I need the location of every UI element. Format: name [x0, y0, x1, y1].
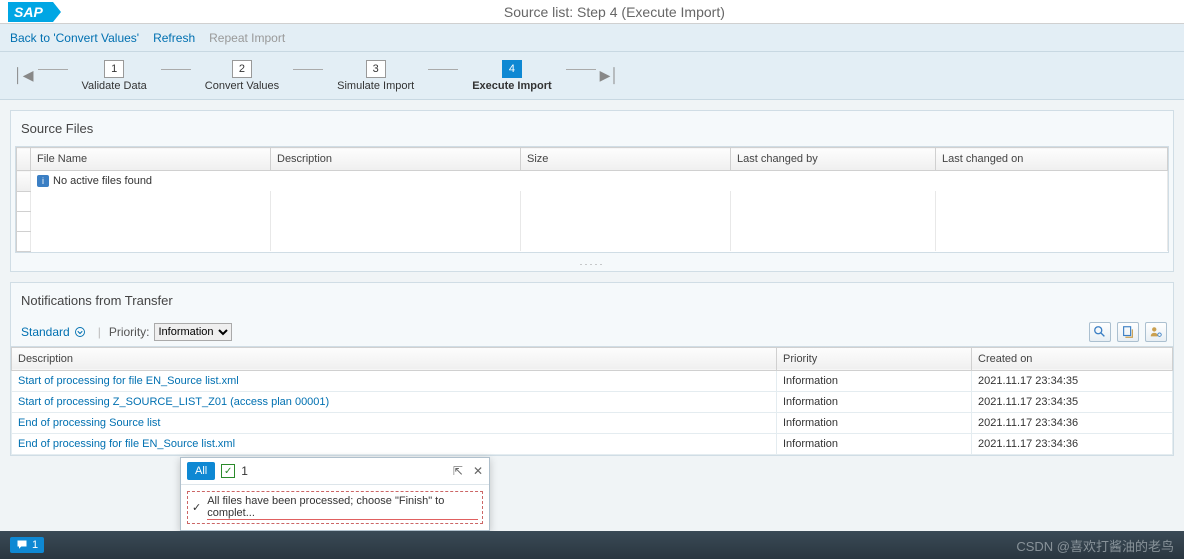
- wizard-step-label: Convert Values: [205, 80, 279, 92]
- popup-header: All ✓ 1 ⇱ ✕: [181, 458, 489, 485]
- sap-logo: SAP: [8, 2, 53, 22]
- priority-cell: Information: [777, 412, 972, 433]
- wizard-step-3[interactable]: 3 Simulate Import: [337, 60, 414, 92]
- standard-label: Standard: [21, 325, 70, 339]
- message-badge[interactable]: 1: [10, 537, 44, 553]
- back-link[interactable]: Back to 'Convert Values': [10, 31, 139, 45]
- export-icon: [1121, 325, 1135, 339]
- badge-count: 1: [32, 539, 38, 551]
- wizard-step-label: Execute Import: [472, 80, 551, 92]
- col-size[interactable]: Size: [521, 148, 731, 171]
- wizard-step-num: 2: [232, 60, 252, 78]
- wizard-step-num: 3: [366, 60, 386, 78]
- message-popup: All ✓ 1 ⇱ ✕ ✓ All files have been proces…: [180, 457, 490, 531]
- table-row: [17, 191, 1168, 211]
- popup-all-tab[interactable]: All: [187, 462, 215, 480]
- repeat-import-link: Repeat Import: [209, 31, 285, 45]
- success-check-icon: ✓: [192, 501, 201, 514]
- popup-detach-icon[interactable]: ⇱: [453, 464, 463, 478]
- priority-select[interactable]: Information: [154, 323, 232, 341]
- priority-cell: Information: [777, 433, 972, 454]
- table-row: [17, 231, 1168, 251]
- priority-cell: Information: [777, 370, 972, 391]
- popup-close-icon[interactable]: ✕: [473, 464, 483, 478]
- table-row[interactable]: Start of processing Z_SOURCE_LIST_Z01 (a…: [12, 391, 1173, 412]
- chevron-down-icon: [74, 326, 86, 338]
- wizard-next-icon[interactable]: ▶│: [596, 67, 624, 84]
- wizard-step-2[interactable]: 2 Convert Values: [205, 60, 279, 92]
- wizard-nav: │◀ 1 Validate Data 2 Convert Values 3 Si…: [0, 52, 1184, 100]
- col-priority[interactable]: Priority: [777, 347, 972, 370]
- notification-link[interactable]: End of processing Source list: [18, 417, 160, 429]
- wizard-step-num: 4: [502, 60, 522, 78]
- page-title: Source list: Step 4 (Execute Import): [53, 4, 1176, 20]
- app-header: SAP Source list: Step 4 (Execute Import): [0, 0, 1184, 24]
- link-toolbar: Back to 'Convert Values' Refresh Repeat …: [0, 24, 1184, 52]
- standard-view-button[interactable]: Standard: [17, 323, 90, 341]
- notification-link[interactable]: Start of processing Z_SOURCE_LIST_Z01 (a…: [18, 396, 329, 408]
- created-cell: 2021.11.17 23:34:36: [972, 433, 1173, 454]
- created-cell: 2021.11.17 23:34:36: [972, 412, 1173, 433]
- notifications-title: Notifications from Transfer: [11, 283, 1173, 318]
- table-row: [17, 211, 1168, 231]
- magnifier-icon: [1093, 325, 1107, 339]
- notifications-toolbar: Standard | Priority: Information: [11, 318, 1173, 347]
- table-header-row: Description Priority Created on: [12, 347, 1173, 370]
- created-cell: 2021.11.17 23:34:35: [972, 391, 1173, 412]
- success-check-icon: ✓: [221, 464, 235, 478]
- wizard-step-4[interactable]: 4 Execute Import: [472, 60, 551, 92]
- popup-message-row[interactable]: ✓ All files have been processed; choose …: [187, 491, 483, 524]
- resize-handle[interactable]: ·····: [11, 257, 1173, 271]
- table-row[interactable]: End of processing Source list Information…: [12, 412, 1173, 433]
- table-row[interactable]: End of processing for file EN_Source lis…: [12, 433, 1173, 454]
- speech-bubble-icon: [16, 539, 28, 551]
- wizard-prev-icon[interactable]: │◀: [10, 67, 38, 84]
- wizard-step-1[interactable]: 1 Validate Data: [82, 60, 147, 92]
- watermark-text: CSDN @喜欢打酱油的老鸟: [1016, 536, 1174, 555]
- col-last-changed-by[interactable]: Last changed by: [731, 148, 936, 171]
- export-button[interactable]: [1117, 322, 1139, 342]
- col-last-changed-on[interactable]: Last changed on: [936, 148, 1168, 171]
- refresh-link[interactable]: Refresh: [153, 31, 195, 45]
- wizard-step-label: Validate Data: [82, 80, 147, 92]
- col-file-name[interactable]: File Name: [31, 148, 271, 171]
- col-created-on[interactable]: Created on: [972, 347, 1173, 370]
- notification-link[interactable]: Start of processing for file EN_Source l…: [18, 375, 239, 387]
- select-all-column[interactable]: [17, 148, 31, 171]
- popup-message-text: All files have been processed; choose "F…: [207, 495, 478, 520]
- source-files-grid: File Name Description Size Last changed …: [15, 146, 1169, 253]
- notification-link[interactable]: End of processing for file EN_Source lis…: [18, 438, 235, 450]
- status-bar: 1 CSDN @喜欢打酱油的老鸟: [0, 531, 1184, 559]
- source-files-title: Source Files: [11, 111, 1173, 146]
- notifications-panel: Notifications from Transfer Standard | P…: [10, 282, 1174, 456]
- popup-count: 1: [241, 464, 248, 478]
- col-description[interactable]: Description: [271, 148, 521, 171]
- table-header-row: File Name Description Size Last changed …: [17, 148, 1168, 171]
- person-settings-icon: [1149, 325, 1163, 339]
- created-cell: 2021.11.17 23:34:35: [972, 370, 1173, 391]
- source-files-panel: Source Files File Name Description Size …: [10, 110, 1174, 272]
- empty-message: No active files found: [53, 175, 152, 187]
- notifications-grid: Description Priority Created on Start of…: [11, 347, 1173, 455]
- info-icon: i: [37, 175, 49, 187]
- personalize-button[interactable]: [1145, 322, 1167, 342]
- priority-cell: Information: [777, 391, 972, 412]
- col-description[interactable]: Description: [12, 347, 777, 370]
- table-row: i No active files found: [17, 171, 1168, 192]
- wizard-step-label: Simulate Import: [337, 80, 414, 92]
- print-preview-button[interactable]: [1089, 322, 1111, 342]
- wizard-step-num: 1: [104, 60, 124, 78]
- priority-label: Priority:: [109, 325, 150, 339]
- table-row[interactable]: Start of processing for file EN_Source l…: [12, 370, 1173, 391]
